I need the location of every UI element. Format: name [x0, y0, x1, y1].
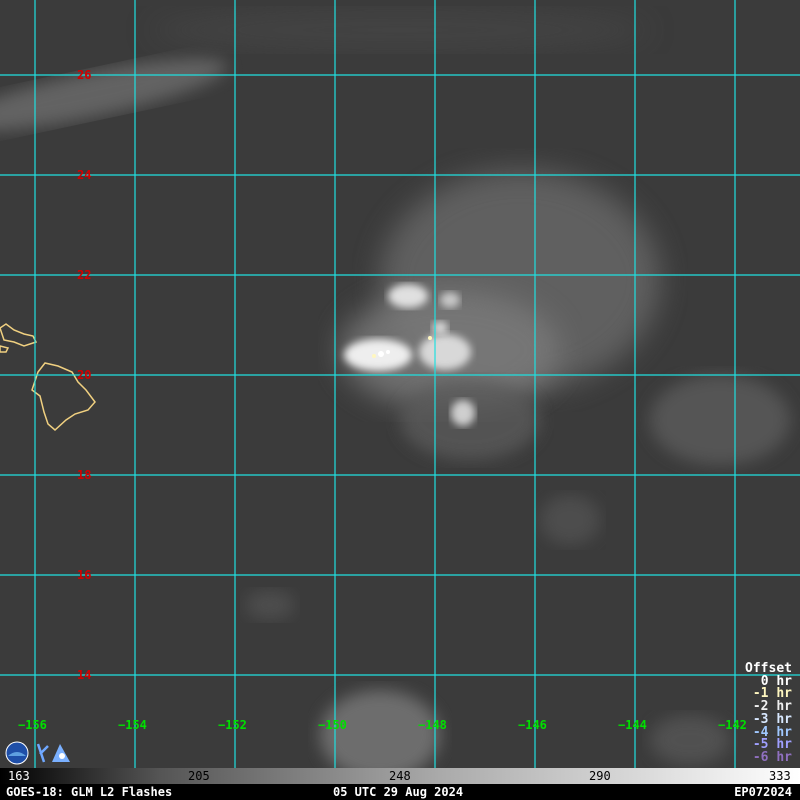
noaa-logo-icon [5, 741, 29, 765]
lon-label-154: −154 [118, 718, 147, 732]
lon-label-152: −152 [218, 718, 247, 732]
lon-label-146: −146 [518, 718, 547, 732]
colorbar-tick-205: 205 [188, 769, 210, 783]
lon-label-150: −150 [318, 718, 347, 732]
cira-logo-icon [36, 743, 49, 763]
offset-legend: Offset 0 hr -1 hr -2 hr -3 hr -4 hr -5 h… [745, 662, 792, 765]
agency-logos [5, 741, 70, 765]
lon-label-144: −144 [618, 718, 647, 732]
lat-label-24: 24 [77, 168, 92, 182]
footer-storm-id: EP072024 [734, 785, 792, 799]
nesdis-logo-icon [52, 744, 70, 762]
colorbar-tick-163: 163 [8, 769, 30, 783]
lon-label-156: −156 [18, 718, 47, 732]
lat-label-22: 22 [77, 268, 92, 282]
lat-label-26: 26 [77, 68, 92, 82]
lat-label-18: 18 [77, 468, 92, 482]
footer-product: GOES-18: GLM L2 Flashes [6, 785, 173, 799]
info-footer: GOES-18: GLM L2 Flashes 05 UTC 29 Aug 20… [0, 784, 800, 800]
colorbar-tick-248: 248 [389, 769, 411, 783]
lon-label-142: −142 [718, 718, 747, 732]
satellite-image-view: 26 24 22 20 18 16 14 −156 −154 −152 −150… [0, 0, 800, 800]
offset-item-6: -6 hr [752, 749, 792, 765]
lat-label-14: 14 [77, 668, 92, 682]
colorbar-tick-290: 290 [589, 769, 611, 783]
lat-label-16: 16 [77, 568, 92, 582]
footer-datetime: 05 UTC 29 Aug 2024 [333, 785, 464, 799]
lon-label-148: −148 [418, 718, 447, 732]
brightness-temperature-colorbar: 163 205 248 290 333 [0, 768, 800, 784]
satellite-map [0, 0, 800, 768]
colorbar-tick-333: 333 [769, 769, 791, 783]
lat-label-20: 20 [77, 368, 92, 382]
